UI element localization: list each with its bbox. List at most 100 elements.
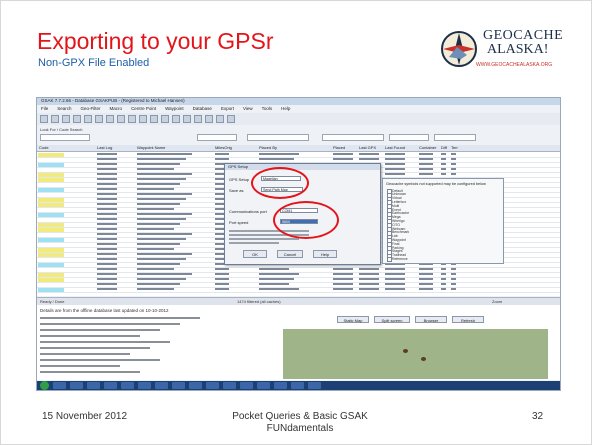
menu-item[interactable]: Centre Point: [131, 106, 156, 111]
cache-code-cell: [38, 208, 64, 212]
taskbar-app-icon[interactable]: [291, 382, 304, 389]
split-screen-button[interactable]: Split screen: [374, 316, 410, 323]
column-header[interactable]: Waypoint Name: [137, 145, 165, 150]
column-header[interactable]: Last GPX: [359, 145, 376, 150]
help-button[interactable]: Help: [313, 250, 337, 258]
toolbar-button-icon[interactable]: [40, 115, 48, 123]
description-line: [40, 341, 170, 343]
column-header[interactable]: Code: [39, 145, 49, 150]
table-cell: [97, 248, 117, 250]
state-select[interactable]: [434, 134, 476, 141]
cancel-button[interactable]: Cancel: [277, 250, 303, 258]
map-view[interactable]: [283, 329, 548, 379]
taskbar-app-icon[interactable]: [87, 382, 100, 389]
menu-item[interactable]: View: [243, 106, 253, 111]
taskbar-app-icon[interactable]: [155, 382, 168, 389]
taskbar-app-icon[interactable]: [53, 382, 66, 389]
table-row[interactable]: [37, 288, 560, 293]
taskbar-app-icon[interactable]: [274, 382, 287, 389]
toolbar-button-icon[interactable]: [216, 115, 224, 123]
cache-marker-icon[interactable]: [421, 357, 426, 361]
menu-item[interactable]: Geo-Filter: [81, 106, 101, 111]
filter-row: Look For / Code Search: [37, 126, 560, 144]
table-cell: [137, 213, 192, 215]
toolbar-button-icon[interactable]: [51, 115, 59, 123]
menu-item[interactable]: Search: [57, 106, 71, 111]
menu-item[interactable]: Waypoint: [165, 106, 184, 111]
toolbar-button-icon[interactable]: [172, 115, 180, 123]
filter-input[interactable]: [40, 134, 90, 141]
toolbar-button-icon[interactable]: [128, 115, 136, 123]
table-cell: [333, 273, 353, 275]
table-cell: [137, 183, 180, 185]
taskbar-app-icon[interactable]: [121, 382, 134, 389]
column-header[interactable]: Diff: [441, 145, 447, 150]
location-select[interactable]: [389, 134, 429, 141]
taskbar-app-icon[interactable]: [206, 382, 219, 389]
cache-marker-icon[interactable]: [403, 349, 408, 353]
toolbar-button-icon[interactable]: [62, 115, 70, 123]
toolbar-button-icon[interactable]: [139, 115, 147, 123]
user-sort-input[interactable]: [197, 134, 237, 141]
toolbar-button-icon[interactable]: [183, 115, 191, 123]
table-cell: [441, 278, 446, 280]
column-header[interactable]: Terr: [451, 145, 458, 150]
column-header[interactable]: Placed: [333, 145, 345, 150]
taskbar-app-icon[interactable]: [189, 382, 202, 389]
taskbar-app-icon[interactable]: [104, 382, 117, 389]
toolbar-button-icon[interactable]: [194, 115, 202, 123]
toolbar-button-icon[interactable]: [150, 115, 158, 123]
taskbar-app-icon[interactable]: [257, 382, 270, 389]
toolbar-button-icon[interactable]: [95, 115, 103, 123]
taskbar-app-icon[interactable]: [223, 382, 236, 389]
table-cell: [451, 273, 456, 275]
ok-button[interactable]: OK: [243, 250, 267, 258]
table-cell: [259, 153, 299, 155]
taskbar-app-icon[interactable]: [172, 382, 185, 389]
slide: Exporting to your GPSr Non-GPX File Enab…: [0, 0, 592, 445]
database-select[interactable]: [322, 134, 384, 141]
table-cell: [137, 273, 192, 275]
toolbar-button-icon[interactable]: [73, 115, 81, 123]
column-header[interactable]: MilesOrig: [215, 145, 232, 150]
table-cell: [137, 178, 186, 180]
column-header[interactable]: Last Log: [97, 145, 112, 150]
table-cell: [215, 158, 229, 160]
toolbar-button-icon[interactable]: [84, 115, 92, 123]
browser-button[interactable]: Browser: [415, 316, 447, 323]
menu-item[interactable]: Export: [221, 106, 234, 111]
table-cell: [451, 158, 456, 160]
column-header[interactable]: Container: [419, 145, 436, 150]
table-cell: [97, 233, 117, 235]
refresh-button[interactable]: Refresh: [452, 316, 484, 323]
menu-item[interactable]: Macro: [110, 106, 123, 111]
toolbar-button-icon[interactable]: [117, 115, 125, 123]
static-map-button[interactable]: Static Map: [337, 316, 369, 323]
cache-code-cell: [38, 258, 64, 262]
toolbar-button-icon[interactable]: [205, 115, 213, 123]
grid-header: Code Last Log Waypoint Name MilesOrig Placed…: [37, 145, 560, 152]
menu-item[interactable]: File: [41, 106, 48, 111]
table-cell: [385, 173, 405, 175]
taskbar-app-icon[interactable]: [308, 382, 321, 389]
taskbar-app-icon[interactable]: [138, 382, 151, 389]
port-speed-label: Port speed: [229, 220, 249, 225]
table-cell: [137, 163, 180, 165]
table-cell: [419, 153, 433, 155]
start-button-icon[interactable]: [40, 381, 49, 390]
table-cell: [97, 288, 117, 290]
toolbar-button-icon[interactable]: [106, 115, 114, 123]
column-header[interactable]: Last Found: [385, 145, 405, 150]
taskbar-app-icon[interactable]: [70, 382, 83, 389]
saved-filter-select[interactable]: [247, 134, 309, 141]
taskbar-app-icon[interactable]: [240, 382, 253, 389]
footer-date: 15 November 2012: [42, 411, 128, 422]
menu-item[interactable]: Help: [281, 106, 290, 111]
column-header[interactable]: Placed By: [259, 145, 277, 150]
menu-item[interactable]: Tools: [262, 106, 273, 111]
table-cell: [359, 283, 379, 285]
toolbar-button-icon[interactable]: [227, 115, 235, 123]
menu-item[interactable]: Database: [193, 106, 212, 111]
toolbar-button-icon[interactable]: [161, 115, 169, 123]
cache-code-cell: [38, 228, 64, 232]
